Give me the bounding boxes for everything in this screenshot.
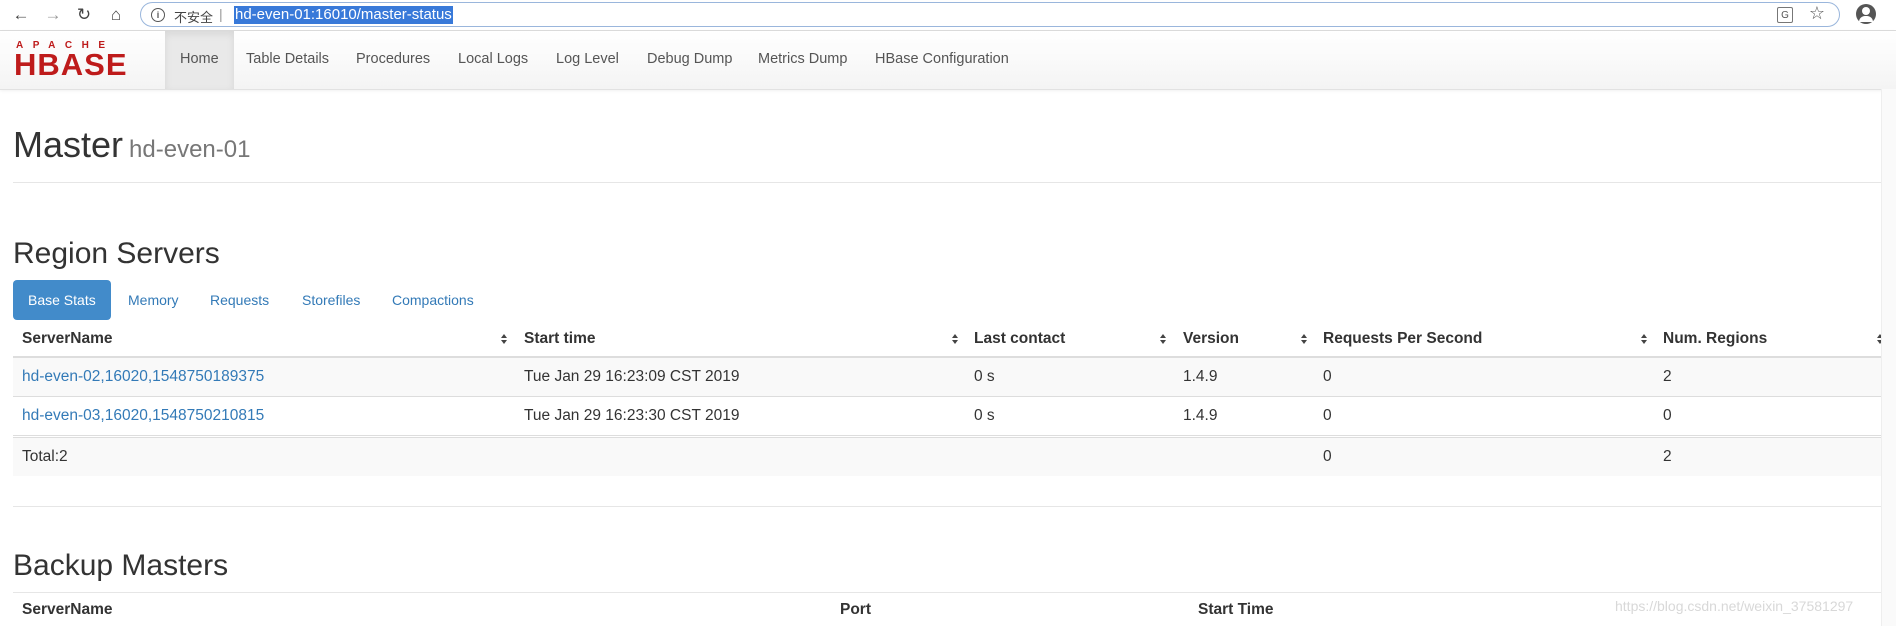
nav-home[interactable]: Home	[165, 31, 234, 89]
sort-icon[interactable]	[1640, 334, 1648, 346]
address-bar[interactable]: i 不安全 | hd-even-01:16010/master-status G…	[140, 2, 1840, 27]
nav-local-logs[interactable]: Local Logs	[443, 31, 543, 89]
rps-cell: 0	[1323, 407, 1332, 424]
tab-compactions[interactable]: Compactions	[377, 280, 489, 320]
tab-memory[interactable]: Memory	[113, 280, 194, 320]
logo-hbase-text: HBASE	[14, 47, 128, 82]
watermark: https://blog.csdn.net/weixin_37581297	[1615, 598, 1854, 614]
table-row: hd-even-02,16020,1548750189375 Tue Jan 2…	[13, 358, 1891, 397]
table-header-row: ServerName Start time Last contact Versi…	[13, 322, 1891, 358]
url-text[interactable]: hd-even-01:16010/master-status	[234, 6, 453, 24]
col-backup-port: Port	[840, 601, 871, 618]
insecure-label: 不安全	[174, 10, 214, 25]
total-regions: 2	[1663, 448, 1672, 465]
translate-icon[interactable]: G	[1777, 7, 1793, 23]
col-requests-per-second[interactable]: Requests Per Second	[1323, 322, 1482, 356]
nav-hbase-configuration[interactable]: HBase Configuration	[860, 31, 1024, 89]
col-backup-start-time: Start Time	[1198, 601, 1274, 618]
server-link[interactable]: hd-even-03,16020,1548750210815	[22, 407, 264, 424]
browser-toolbar: ← → ↻ ⌂ i 不安全 | hd-even-01:16010/master-…	[0, 0, 1896, 31]
start-time-cell: Tue Jan 29 16:23:09 CST 2019	[524, 368, 740, 385]
rps-cell: 0	[1323, 368, 1332, 385]
info-icon[interactable]: i	[151, 8, 165, 22]
reload-icon[interactable]: ↻	[72, 3, 96, 27]
last-contact-cell: 0 s	[974, 407, 995, 424]
regions-cell: 2	[1663, 368, 1672, 385]
forward-arrow-icon[interactable]: →	[41, 3, 65, 27]
col-backup-servername: ServerName	[22, 601, 113, 618]
section-divider	[13, 506, 1891, 507]
hbase-navbar: APACHE HBASE Home Table Details Procedur…	[0, 31, 1896, 90]
page-host: hd-even-01	[129, 136, 251, 163]
nav-table-details[interactable]: Table Details	[231, 31, 344, 89]
table-row: hd-even-03,16020,1548750210815 Tue Jan 2…	[13, 397, 1891, 436]
sort-icon[interactable]	[951, 334, 959, 346]
server-link[interactable]: hd-even-02,16020,1548750189375	[22, 368, 264, 385]
profile-avatar-icon[interactable]	[1856, 4, 1876, 24]
page-title-text: Master	[13, 124, 124, 165]
version-cell: 1.4.9	[1183, 407, 1218, 424]
back-arrow-icon[interactable]: ←	[9, 3, 33, 27]
col-version[interactable]: Version	[1183, 322, 1239, 356]
nav-log-level[interactable]: Log Level	[541, 31, 634, 89]
sort-icon[interactable]	[1300, 334, 1308, 346]
hbase-logo[interactable]: APACHE HBASE	[14, 40, 150, 80]
backup-masters-table: ServerName Port Start Time	[13, 593, 1891, 626]
bookmark-star-icon[interactable]: ☆	[1809, 3, 1825, 24]
address-separator: |	[219, 6, 223, 22]
tab-storefiles[interactable]: Storefiles	[287, 280, 375, 320]
page-scrollbar[interactable]	[1881, 89, 1896, 626]
region-servers-table: ServerName Start time Last contact Versi…	[13, 322, 1891, 477]
tab-requests[interactable]: Requests	[195, 280, 284, 320]
nav-procedures[interactable]: Procedures	[341, 31, 445, 89]
home-icon[interactable]: ⌂	[104, 3, 128, 27]
total-label: Total:2	[22, 448, 68, 465]
header-divider	[13, 182, 1891, 183]
nav-metrics-dump[interactable]: Metrics Dump	[743, 31, 862, 89]
tab-base-stats[interactable]: Base Stats	[13, 280, 111, 320]
col-start-time[interactable]: Start time	[524, 322, 596, 356]
col-last-contact[interactable]: Last contact	[974, 322, 1065, 356]
regions-cell: 0	[1663, 407, 1672, 424]
total-rps: 0	[1323, 448, 1332, 465]
version-cell: 1.4.9	[1183, 368, 1218, 385]
last-contact-cell: 0 s	[974, 368, 995, 385]
sort-icon[interactable]	[500, 334, 508, 346]
page-title: Master hd-even-01	[13, 124, 250, 166]
sort-icon[interactable]	[1159, 334, 1167, 346]
backup-masters-heading: Backup Masters	[13, 549, 229, 582]
start-time-cell: Tue Jan 29 16:23:30 CST 2019	[524, 407, 740, 424]
col-servername[interactable]: ServerName	[22, 322, 112, 356]
col-num-regions[interactable]: Num. Regions	[1663, 322, 1767, 356]
table-total-row: Total:2 0 2	[13, 437, 1891, 476]
region-servers-heading: Region Servers	[13, 237, 220, 270]
nav-debug-dump[interactable]: Debug Dump	[632, 31, 747, 89]
